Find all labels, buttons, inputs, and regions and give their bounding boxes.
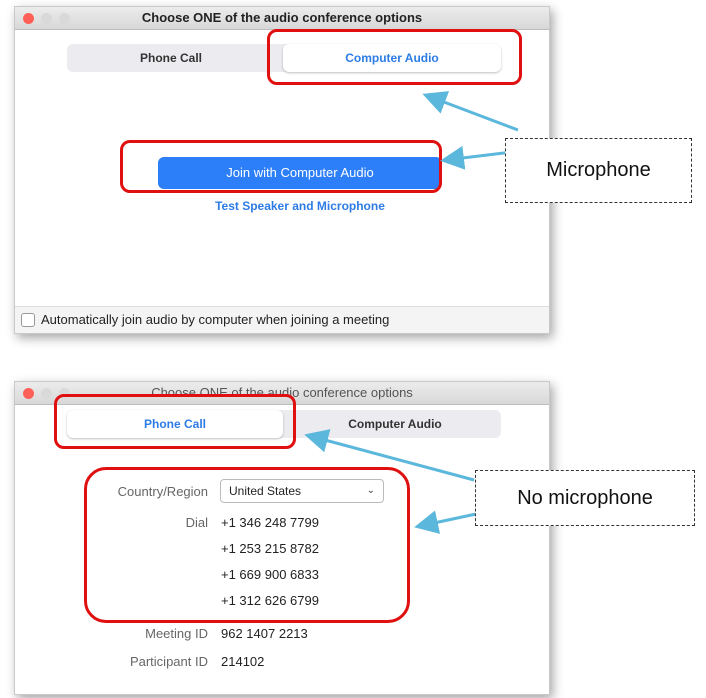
callout-microphone: Microphone [505, 138, 692, 203]
callout-no-microphone: No microphone [475, 470, 695, 526]
annotation-arrows [304, 91, 519, 534]
arrow-to-phone-details [414, 510, 477, 534]
arrow-to-computer-audio-tab [422, 91, 519, 132]
arrow-to-join-button [440, 145, 513, 170]
arrow-to-phone-call-tab [304, 429, 475, 482]
callout-no-microphone-text: No microphone [517, 487, 653, 509]
callout-microphone-text: Microphone [546, 159, 651, 181]
